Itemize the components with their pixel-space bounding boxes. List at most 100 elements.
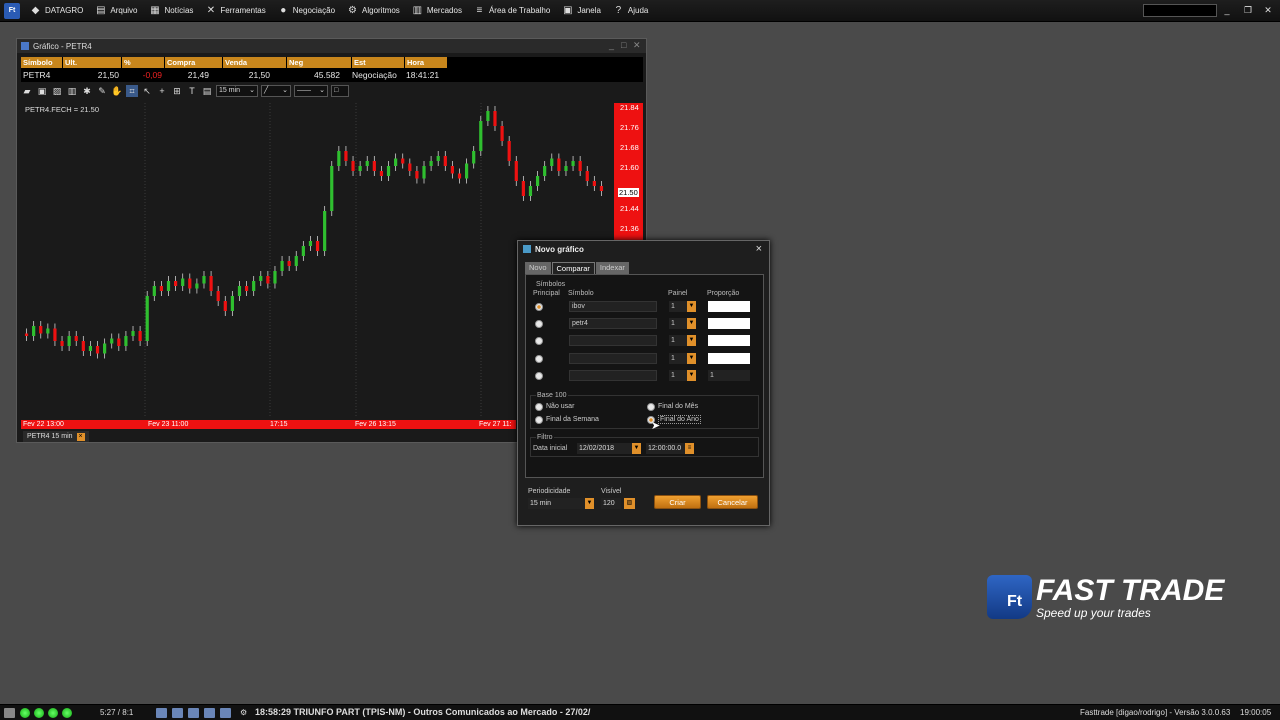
dialog-titlebar[interactable]: Novo gráfico bbox=[518, 241, 769, 257]
crosshair-icon[interactable]: + bbox=[156, 85, 168, 97]
proportion-input[interactable]: 1 bbox=[708, 370, 750, 381]
draw-line-select[interactable]: ╱ ⌄ bbox=[261, 85, 291, 97]
image-icon[interactable]: ▨ bbox=[51, 85, 63, 97]
dialog-close-icon[interactable]: × bbox=[756, 243, 762, 255]
panel-input[interactable]: 1 bbox=[669, 370, 687, 381]
candle bbox=[323, 211, 327, 251]
proportion-input[interactable] bbox=[708, 335, 750, 346]
tab-novo[interactable]: Novo bbox=[525, 262, 551, 274]
news-gear-icon[interactable]: ⚙ bbox=[240, 708, 247, 717]
panel-dropdown-icon[interactable]: ▼ bbox=[687, 335, 696, 346]
dialog-title: Novo gráfico bbox=[535, 244, 584, 254]
cancel-button[interactable]: Cancelar bbox=[707, 495, 758, 509]
settings-icon[interactable]: ✱ bbox=[81, 85, 93, 97]
menu-item-ajuda[interactable]: ? Ajuda bbox=[607, 0, 654, 22]
proportion-input[interactable] bbox=[708, 301, 750, 312]
panel-dropdown-icon[interactable]: ▼ bbox=[687, 301, 696, 312]
cursor-icon[interactable]: ↖ bbox=[141, 85, 153, 97]
candle bbox=[330, 166, 334, 211]
panel-input[interactable]: 1 bbox=[669, 301, 687, 312]
chart-tab-close-icon[interactable]: × bbox=[76, 432, 85, 441]
menu-item-algoritmos[interactable]: ⚙ Algoritmos bbox=[341, 0, 406, 22]
base-radio-final-semana[interactable] bbox=[535, 416, 543, 424]
quick-icon[interactable] bbox=[220, 708, 231, 718]
principal-radio[interactable] bbox=[535, 320, 543, 328]
periodicity-select[interactable]: 15 min bbox=[528, 498, 587, 509]
menu-item-noticias[interactable]: ▦ Notícias bbox=[144, 0, 200, 22]
grid-icon[interactable]: ⊞ bbox=[171, 85, 183, 97]
base-radio-nao-usar[interactable] bbox=[535, 403, 543, 411]
quick-icon[interactable] bbox=[204, 708, 215, 718]
panel-input[interactable]: 1 bbox=[669, 353, 687, 364]
interval-select[interactable]: 15 min ⌄ bbox=[216, 85, 258, 97]
chart-minimize-icon[interactable]: _ bbox=[609, 40, 614, 50]
menu-item-datagro[interactable]: ◆ DATAGRO bbox=[24, 0, 89, 22]
symbol-input[interactable] bbox=[569, 353, 657, 364]
principal-radio[interactable] bbox=[535, 303, 543, 311]
hand-icon[interactable]: ✋ bbox=[111, 85, 123, 97]
candle bbox=[443, 156, 447, 166]
network-icon[interactable] bbox=[4, 708, 15, 718]
menu-item-ferramentas[interactable]: ✕ Ferramentas bbox=[199, 0, 271, 22]
visible-toggle-icon[interactable]: ▨ bbox=[624, 498, 635, 509]
chart-tab[interactable]: PETR4 15 min × bbox=[23, 431, 89, 442]
start-date-input[interactable]: 12/02/2018 bbox=[577, 443, 633, 454]
close-icon[interactable]: ✕ bbox=[1261, 4, 1275, 17]
proportion-input[interactable] bbox=[708, 353, 750, 364]
panel-dropdown-icon[interactable]: ▼ bbox=[687, 370, 696, 381]
quick-icon[interactable] bbox=[188, 708, 199, 718]
periodicity-dropdown-icon[interactable]: ▼ bbox=[585, 498, 594, 509]
app-logo-icon[interactable]: Ft bbox=[4, 2, 20, 19]
base-radio-final-mes[interactable] bbox=[647, 403, 655, 411]
minimize-icon[interactable]: _ bbox=[1220, 4, 1234, 17]
news-ticker[interactable]: 18:58:29 TRIUNFO PART (TPIS-NM) - Outros… bbox=[255, 707, 590, 717]
bar-chart-icon[interactable]: ▥ bbox=[66, 85, 78, 97]
menu-item-area-de-trabalho[interactable]: ≡ Área de Trabalho bbox=[468, 0, 556, 22]
tab-indexar[interactable]: Indexar bbox=[595, 262, 629, 274]
chart-window-titlebar[interactable]: Gráfico - PETR4 bbox=[17, 39, 646, 53]
candle bbox=[394, 158, 398, 166]
trade-icon: ● bbox=[280, 5, 287, 16]
candle bbox=[415, 171, 419, 179]
quick-icon[interactable] bbox=[172, 708, 183, 718]
panel-dropdown-icon[interactable]: ▼ bbox=[687, 318, 696, 329]
date-picker-icon[interactable]: ▼ bbox=[632, 443, 641, 454]
create-button[interactable]: Criar bbox=[654, 495, 701, 509]
menu-item-arquivo[interactable]: ▤ Arquivo bbox=[89, 0, 143, 22]
proportion-input[interactable] bbox=[708, 318, 750, 329]
open-folder-icon[interactable]: ▰ bbox=[21, 85, 33, 97]
panel-input[interactable]: 1 bbox=[669, 335, 687, 346]
menu-item-mercados[interactable]: ▥ Mercados bbox=[406, 0, 468, 22]
save-icon[interactable]: ▣ bbox=[36, 85, 48, 97]
tab-comparar[interactable]: Comparar bbox=[551, 262, 595, 274]
principal-radio[interactable] bbox=[535, 372, 543, 380]
candle bbox=[202, 276, 206, 284]
chart-maximize-icon[interactable]: □ bbox=[621, 40, 626, 50]
chart-close-icon[interactable]: ✕ bbox=[633, 40, 641, 51]
restore-icon[interactable]: ❐ bbox=[1241, 4, 1255, 17]
quick-icon[interactable] bbox=[156, 708, 167, 718]
top-search-input[interactable] bbox=[1143, 4, 1217, 17]
menu-item-janela[interactable]: ▣ Janela bbox=[556, 0, 607, 22]
visible-input[interactable]: 120 bbox=[601, 498, 621, 509]
time-spinner-icon[interactable]: ≡ bbox=[685, 443, 694, 454]
delete-icon[interactable]: ▤ bbox=[201, 85, 213, 97]
symbol-input[interactable] bbox=[569, 335, 657, 346]
panel-input[interactable]: 1 bbox=[669, 318, 687, 329]
text-tool-icon[interactable]: T bbox=[186, 85, 198, 97]
symbol-input[interactable]: petr4 bbox=[569, 318, 657, 329]
principal-radio[interactable] bbox=[535, 355, 543, 363]
candle bbox=[81, 341, 85, 351]
candle bbox=[138, 331, 142, 341]
menu-item-negociacao[interactable]: ● Negociação bbox=[272, 0, 341, 22]
edit-icon[interactable]: ✎ bbox=[96, 85, 108, 97]
crosshair-mode-icon[interactable]: ⌗ bbox=[126, 85, 138, 97]
principal-radio[interactable] bbox=[535, 337, 543, 345]
panel-dropdown-icon[interactable]: ▼ bbox=[687, 353, 696, 364]
line-style-select[interactable]: —— ⌄ bbox=[294, 85, 328, 97]
series-label: PETR4.FECH = 21.50 bbox=[25, 105, 99, 114]
symbol-input[interactable] bbox=[569, 370, 657, 381]
start-time-input[interactable]: 12:00:00.0 bbox=[646, 443, 688, 454]
symbol-input[interactable]: ibov bbox=[569, 301, 657, 312]
color-select[interactable]: □ bbox=[331, 85, 349, 97]
